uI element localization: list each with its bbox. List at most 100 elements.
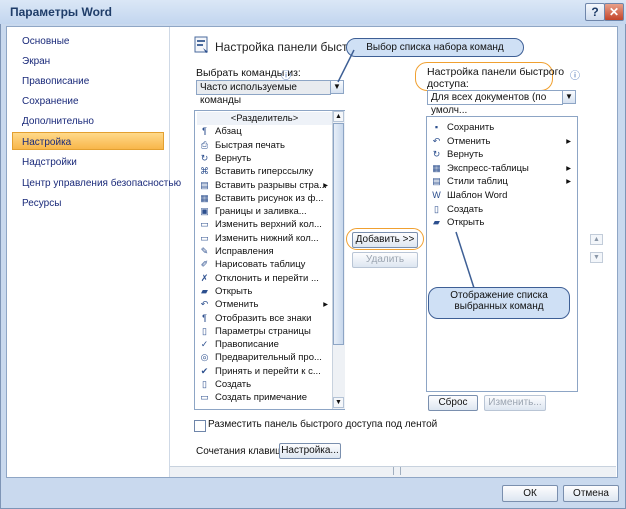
customize-shortcuts-button[interactable]: Настройка... [279,443,341,459]
list-item-label: Параметры страницы [215,325,311,337]
chevron-down-icon[interactable]: ▼ [562,90,576,104]
scroll-down-icon[interactable]: ▼ [333,397,344,408]
sidebar-item-addins[interactable]: Надстройки [22,157,77,168]
reset-button[interactable]: Сброс [428,395,478,411]
list-item[interactable]: ▤ Стили таблиц ▸ [429,175,575,188]
sidebar-item-trust-center[interactable]: Центр управления безопасностью [22,178,181,189]
command-icon: ▦ [432,162,441,173]
sidebar-item-proofing[interactable]: Правописание [22,76,89,87]
list-item[interactable]: <Разделитель> [197,112,332,125]
add-button[interactable]: Добавить >> [352,232,418,248]
list-item-label: Создать примечание [215,392,308,404]
command-icon: ◎ [200,352,209,363]
command-icon: ▰ [201,285,208,296]
qat-below-ribbon-checkbox[interactable] [194,420,206,432]
command-icon: ✔ [200,365,209,376]
list-item-label: Быстрая печать [215,139,285,151]
list-item[interactable]: ↻ Вернуть [429,148,575,161]
sidebar [7,27,170,477]
callout-choose-list: Выбор списка набора команд [346,38,524,57]
command-icon: ¶ [202,312,207,323]
list-item[interactable]: ✓ Правописание [197,338,332,351]
list-item[interactable]: ¶ Отобразить все знаки [197,312,332,325]
list-item[interactable]: ✔ Принять и перейти к с... [197,365,332,378]
command-icon: ▯ [202,325,207,336]
callout-arrow [455,231,475,289]
list-item-label: Вставить рисунок из ф... [215,192,324,204]
list-item[interactable]: ✗ Отклонить и перейти ... [197,272,332,285]
scroll-up-icon[interactable]: ▲ [333,111,344,122]
list-item[interactable]: ✐ Нарисовать таблицу [197,258,332,271]
list-item-label: Сохранить [447,122,495,133]
list-item[interactable]: ¶ Абзац [197,125,332,138]
list-item[interactable]: ▰ Открыть [429,216,575,229]
choose-commands-combo[interactable]: Часто используемые команды [196,80,331,106]
shortcuts-label: Сочетания клавиш: [196,446,286,457]
ok-button[interactable]: ОК [502,485,558,502]
list-item[interactable]: ✎ Исправления [197,245,332,258]
list-item-label: Шаблон Word [447,190,508,201]
command-icon: ✓ [200,339,209,350]
list-item[interactable]: ▯ Параметры страницы [197,325,332,338]
list-item-label: Вернуть [215,152,252,164]
sidebar-item-resources[interactable]: Ресурсы [22,198,61,209]
list-item[interactable]: ▪ Сохранить [429,121,575,134]
qat-below-ribbon-label: Разместить панель быстрого доступа под л… [208,419,438,430]
list-item[interactable]: ↶ Отменить ▸ [197,298,332,311]
list-item[interactable]: ▭ Создать примечание [197,391,332,404]
qat-scope-combo[interactable]: Для всех документов (по умолч... [427,90,563,116]
qat-label-line1: Настройка панели быстрого [427,66,565,78]
move-up-icon[interactable]: ▲ [590,234,603,245]
command-icon: ▪ [434,122,439,132]
callout-selected-line1: Отображение списка [450,290,548,301]
command-icon: ▦ [200,192,209,203]
callout-selected-line2: выбранных команд [454,301,544,312]
command-icon: ▭ [200,232,209,243]
list-item-label: <Разделитель> [230,113,299,124]
command-icon: ↻ [432,149,441,160]
commands-scroll-thumb[interactable] [333,123,344,345]
close-button[interactable]: ✕ [604,3,624,21]
help-button[interactable]: ? [585,3,605,21]
command-icon: ↶ [200,299,209,310]
scroll-grip-icon[interactable] [393,467,401,475]
window-title: Параметры Word [10,5,112,19]
info-icon: ⓘ [570,71,580,82]
qat-label-line2: доступа: [427,78,469,90]
list-item[interactable]: ▦ Вставить рисунок из ф... [197,192,332,205]
command-icon: ▤ [432,176,441,187]
list-item[interactable]: ▭ Изменить верхний кол... [197,218,332,231]
list-item[interactable]: ▣ Границы и заливка... [197,205,332,218]
sidebar-item-general[interactable]: Основные [22,36,69,47]
list-item[interactable]: ↻ Вернуть [197,152,332,165]
callout-selected-list: Отображение списка выбранных команд [428,287,570,319]
modify-button[interactable]: Изменить... [484,395,546,411]
move-down-icon[interactable]: ▼ [590,252,603,263]
callout-arrow [337,49,355,83]
list-item-label: Границы и заливка... [215,206,307,218]
list-item[interactable]: ▭ Изменить нижний кол... [197,232,332,245]
sidebar-item-save[interactable]: Сохранение [22,96,79,107]
list-item[interactable]: ↶ Отменить ▸ [429,135,575,148]
sidebar-item-advanced[interactable]: Дополнительно [22,116,94,127]
list-item[interactable]: ⌘ Вставить гиперссылку [197,165,332,178]
list-item-label: Абзац [215,126,242,138]
command-icon: ▭ [200,392,209,403]
sidebar-item-customize[interactable]: Настройка [22,137,71,148]
list-item[interactable]: ◎ Предварительный про... [197,351,332,364]
cancel-button[interactable]: Отмена [563,485,619,502]
sidebar-item-display[interactable]: Экран [22,56,50,67]
submenu-arrow-icon: ▸ [566,162,571,174]
list-item[interactable]: ▤ Вставить разрывы стра... ▸ [197,179,332,192]
list-item[interactable]: W Шаблон Word [429,189,575,202]
list-item-label: Предварительный про... [215,352,322,364]
list-item[interactable]: ▯ Создать [429,203,575,216]
list-item[interactable]: ⎙ Быстрая печать [197,139,332,152]
list-item[interactable]: ▯ Создать [197,378,332,391]
list-item[interactable]: ▰ Открыть [197,285,332,298]
remove-button[interactable]: Удалить [352,252,418,268]
command-icon: ↶ [432,135,441,146]
list-item[interactable]: ▦ Экспресс-таблицы ▸ [429,162,575,175]
commands-list[interactable]: <Разделитель> ¶ Абзац ⎙ Быстрая печать ↻ Верну… [194,110,345,410]
list-item-label: Отменить [447,135,491,147]
